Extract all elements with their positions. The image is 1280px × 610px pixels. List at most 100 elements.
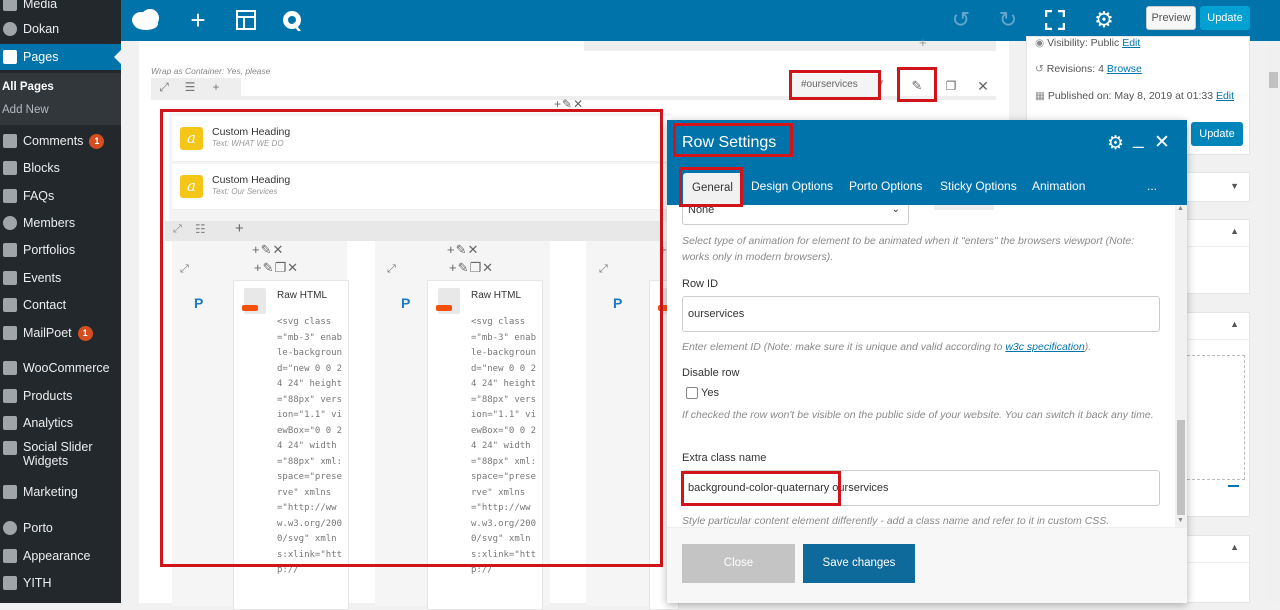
- sidebar-item-products[interactable]: Products: [0, 383, 121, 409]
- minimize-icon[interactable]: _: [1133, 128, 1144, 150]
- raw-html-element[interactable]: Raw HTML <svg class="mb-3" enable-backgr…: [233, 280, 349, 610]
- toggle-arrow-icon[interactable]: ▲: [1230, 542, 1239, 552]
- row-id-input[interactable]: ourservices: [682, 296, 1160, 332]
- sidebar-item-blocks[interactable]: Blocks: [0, 155, 121, 181]
- sidebar-item-contact[interactable]: Contact: [0, 292, 121, 318]
- sidebar-item-dokan[interactable]: Dokan: [0, 16, 121, 42]
- column-tools[interactable]: +✎✕: [447, 242, 479, 258]
- scroll-up-icon[interactable]: ▲: [1177, 205, 1184, 212]
- expand-icon[interactable]: ⤢: [151, 80, 177, 95]
- sidebar-item-label: Marketing: [23, 485, 78, 499]
- clone-row-icon[interactable]: ❐: [937, 74, 965, 98]
- drag-handle-icon[interactable]: ☰: [177, 80, 203, 94]
- add-column-icon[interactable]: +: [203, 80, 229, 94]
- instagram-icon: [3, 441, 17, 455]
- close-icon[interactable]: ✕: [1154, 131, 1170, 154]
- sidebar-item-pages[interactable]: Pages: [0, 44, 121, 70]
- column-1: +✎✕ +✎❐✕ ⤢ P Raw HTML <svg class="mb-3" …: [172, 241, 349, 610]
- redo-icon[interactable]: ↻: [993, 7, 1023, 33]
- delete-row-icon[interactable]: ✕: [969, 74, 997, 98]
- sidebar-item-marketing[interactable]: Marketing: [0, 479, 121, 505]
- custom-heading-element[interactable]: a Custom Heading Text: Our Services: [172, 164, 671, 210]
- sidebar-item-faqs[interactable]: FAQs: [0, 183, 121, 209]
- modal-header: Row Settings ⚙ _ ✕: [667, 120, 1187, 168]
- raw-html-code: <svg class="mb-3" enable-background="new…: [277, 317, 343, 575]
- settings-gear-icon[interactable]: ⚙: [1089, 7, 1119, 33]
- element-tools[interactable]: +✎❐✕: [254, 260, 299, 276]
- tab-animation[interactable]: Animation: [1032, 168, 1085, 205]
- cloud-logo-icon[interactable]: [131, 7, 161, 39]
- toggle-arrow-icon[interactable]: ▲: [1230, 226, 1239, 236]
- sidebar-item-analytics[interactable]: Analytics: [0, 410, 121, 436]
- update-button[interactable]: Update: [1200, 6, 1250, 30]
- tab-general[interactable]: General: [683, 173, 742, 205]
- column-3: + ⤢ P: [586, 241, 682, 610]
- published-edit-link[interactable]: Edit: [1216, 90, 1234, 102]
- page-scrollbar[interactable]: [1267, 41, 1280, 603]
- row-id-badge[interactable]: #ourservices: [791, 74, 881, 96]
- edit-row-pencil-icon[interactable]: ✎: [901, 74, 933, 98]
- expand-icon[interactable]: ⤢: [387, 263, 396, 276]
- modal-settings-gear-icon[interactable]: ⚙: [1107, 132, 1124, 155]
- submenu-all-pages[interactable]: All Pages: [2, 81, 54, 93]
- animation-select[interactable]: None ⌄: [682, 205, 909, 225]
- sidebar-item-comments[interactable]: Comments 1: [0, 128, 121, 154]
- sidebar-item-yith[interactable]: YITH: [0, 570, 121, 596]
- sidebar-item-members[interactable]: Members: [0, 210, 121, 236]
- expand-icon[interactable]: ⤢: [180, 263, 189, 276]
- visibility-edit-link[interactable]: Edit: [1122, 37, 1140, 49]
- search-templates-icon[interactable]: [278, 7, 308, 39]
- tab-design-options[interactable]: Design Options: [751, 168, 833, 205]
- add-row-icon[interactable]: +: [919, 35, 927, 50]
- dokan-icon: [3, 22, 17, 36]
- comments-icon: [3, 134, 17, 148]
- disable-row-checkbox-label[interactable]: Yes: [701, 387, 719, 399]
- expand-icon[interactable]: ⤢: [599, 263, 608, 276]
- submenu-add-new[interactable]: Add New: [2, 104, 49, 116]
- tab-sticky-options[interactable]: Sticky Options: [940, 168, 1017, 205]
- products-icon: [3, 389, 17, 403]
- element-tools[interactable]: +✎❐✕: [449, 260, 494, 276]
- sidebar-item-events[interactable]: Events: [0, 265, 121, 291]
- revisions-browse-link[interactable]: Browse: [1107, 63, 1142, 75]
- sidebar-item-media[interactable]: Media: [0, 0, 121, 17]
- tab-porto-options[interactable]: Porto Options: [849, 168, 922, 205]
- animate-preview-button[interactable]: [934, 205, 994, 210]
- layout-icon[interactable]: [231, 7, 261, 36]
- fullscreen-icon[interactable]: [1040, 7, 1070, 36]
- sidebar-item-portfolios[interactable]: Portfolios: [0, 237, 121, 263]
- toggle-arrow-icon[interactable]: ▲: [1230, 319, 1239, 329]
- mailpoet-count-badge: 1: [77, 325, 93, 341]
- sidebar-item-woocommerce[interactable]: WooCommerce: [0, 355, 121, 381]
- custom-heading-element[interactable]: a Custom Heading Text: WHAT WE DO: [172, 116, 671, 162]
- portfolios-icon: [3, 243, 17, 257]
- expand-icon[interactable]: ⤢: [173, 223, 182, 236]
- sidebar-item-label: Comments: [23, 134, 84, 148]
- sidebar-item-label: YITH: [23, 576, 52, 590]
- add-element-icon[interactable]: +: [183, 7, 213, 33]
- close-button[interactable]: Close: [682, 544, 795, 583]
- sidebar-item-porto[interactable]: Porto: [0, 515, 121, 541]
- dropdown-arrow-icon[interactable]: ▾: [879, 77, 884, 88]
- sidebar-item-mailpoet[interactable]: MailPoet 1: [0, 320, 121, 346]
- publish-update-button[interactable]: Update: [1191, 122, 1243, 146]
- preview-button[interactable]: Preview: [1146, 6, 1196, 30]
- drag-handle-icon[interactable]: ☷: [195, 222, 206, 236]
- column-tools[interactable]: +✎✕: [554, 97, 584, 111]
- undo-icon[interactable]: ↺: [946, 7, 976, 33]
- modal-scrollbar[interactable]: ▲ ▼: [1175, 205, 1187, 527]
- toggle-arrow-icon[interactable]: ▼: [1230, 181, 1239, 191]
- column-tools[interactable]: +✎✕: [252, 242, 284, 258]
- disable-row-checkbox[interactable]: [686, 387, 698, 399]
- raw-html-element[interactable]: Raw HTML <svg class="mb-3" enable-backgr…: [427, 280, 543, 610]
- add-column-icon[interactable]: +: [235, 220, 244, 237]
- extra-class-input[interactable]: background-color-quaternary ourservices: [682, 470, 1160, 506]
- image-dropzone[interactable]: [1177, 355, 1245, 480]
- tab-more[interactable]: ...: [1147, 168, 1157, 205]
- remove-icon[interactable]: [1228, 485, 1239, 487]
- sidebar-item-social-slider[interactable]: Social Slider Widgets: [0, 440, 121, 474]
- sidebar-item-appearance[interactable]: Appearance: [0, 543, 121, 569]
- scroll-down-icon[interactable]: ▼: [1177, 517, 1184, 524]
- w3c-spec-link[interactable]: w3c specification: [1005, 341, 1084, 353]
- save-changes-button[interactable]: Save changes: [803, 544, 915, 583]
